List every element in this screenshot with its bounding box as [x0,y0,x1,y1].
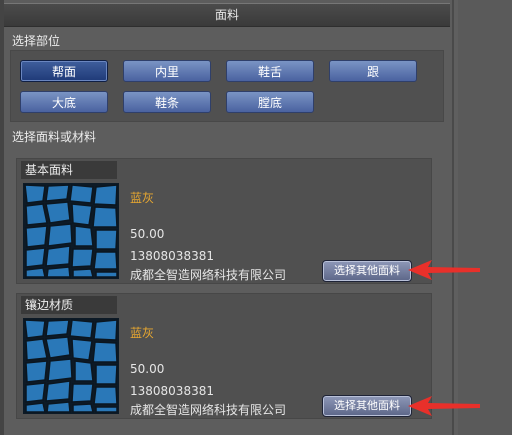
part-button-lining[interactable]: 内里 [123,60,211,82]
fabric-swatch-image[interactable] [23,183,119,279]
part-button-insole[interactable]: 膛底 [226,91,314,113]
price: 50.00 [130,227,165,241]
phone-number: 13808038381 [130,249,214,263]
choose-other-fabric-button[interactable]: 选择其他面料 [322,395,412,417]
left-arrow-icon [408,396,480,416]
select-part-label: 选择部位 [12,34,61,48]
panel-title: 面料 [4,3,450,27]
material-card-basic: 基本面料 蓝灰 50.00 13808038381 成都全智造网络科技有限公司 … [16,158,432,284]
part-button-group: 帮面 内里 鞋舌 跟 大底 鞋条 膛底 [10,50,444,122]
price: 50.00 [130,362,165,376]
company-name: 成都全智造网络科技有限公司 [130,403,287,417]
card-title: 基本面料 [21,161,117,179]
choose-other-fabric-button[interactable]: 选择其他面料 [322,260,412,282]
fabric-panel: 面料 选择部位 帮面 内里 鞋舌 跟 大底 鞋条 膛底 选择面料或材料 基本面料 [4,0,454,435]
company-name: 成都全智造网络科技有限公司 [130,268,287,282]
color-name: 蓝灰 [130,191,155,205]
right-background [458,0,512,435]
part-button-heel[interactable]: 跟 [329,60,417,82]
part-button-welt[interactable]: 鞋条 [123,91,211,113]
select-material-label: 选择面料或材料 [12,130,97,144]
phone-number: 13808038381 [130,384,214,398]
material-card-edging: 镶边材质 蓝灰 50.00 13808038381 成都全智造网络科技有限公司 … [16,293,432,419]
part-button-tongue[interactable]: 鞋舌 [226,60,314,82]
part-button-outsole[interactable]: 大底 [20,91,108,113]
left-arrow-icon [408,260,480,280]
part-button-upper[interactable]: 帮面 [20,60,108,82]
card-title: 镶边材质 [21,296,117,314]
fabric-swatch-image[interactable] [23,318,119,414]
color-name: 蓝灰 [130,326,155,340]
